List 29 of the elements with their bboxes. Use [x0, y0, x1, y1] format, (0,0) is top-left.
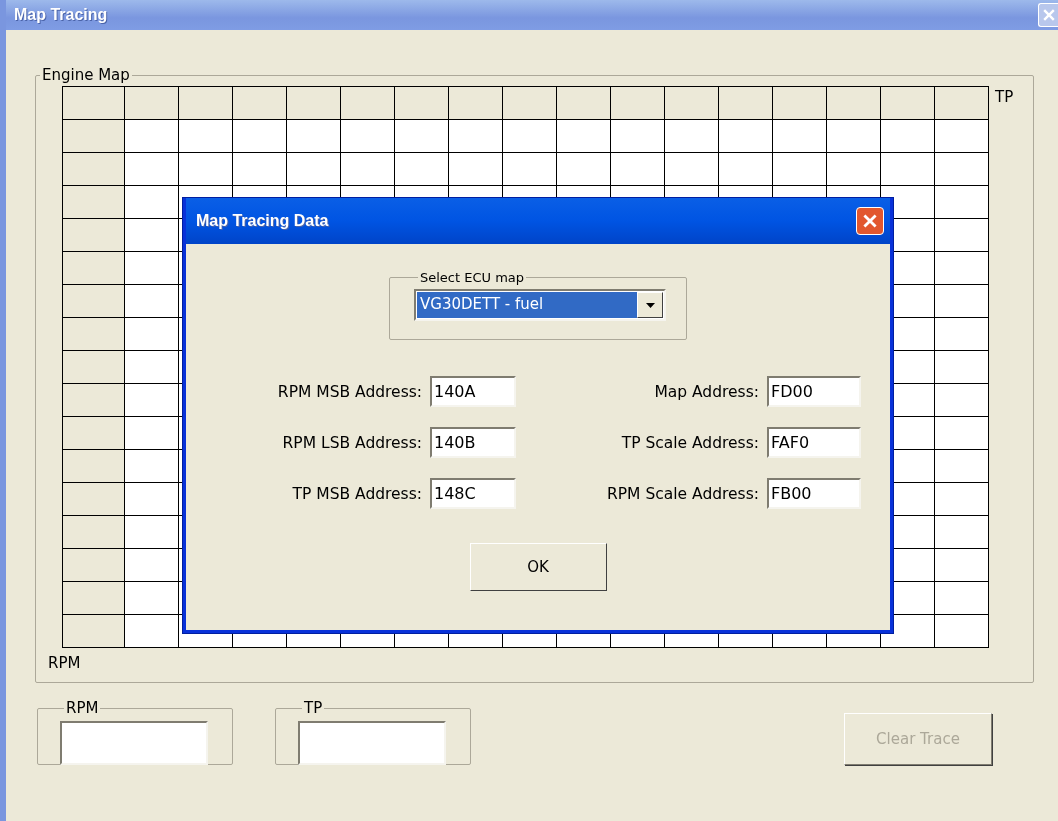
- group-label: Engine Map: [41, 66, 131, 84]
- group-label: RPM: [65, 699, 100, 717]
- field-label: TP Scale Address:: [621, 433, 759, 452]
- field-label: Map Address:: [654, 382, 759, 401]
- address-field[interactable]: FD00: [767, 376, 861, 407]
- readout-field[interactable]: [298, 721, 446, 765]
- dropdown-button[interactable]: [637, 292, 663, 318]
- address-field[interactable]: 140A: [430, 376, 516, 407]
- field-label: RPM LSB Address:: [282, 433, 422, 452]
- address-field[interactable]: FAF0: [767, 427, 861, 458]
- axis-label: TP: [994, 87, 1014, 106]
- ok-button[interactable]: OK: [469, 543, 607, 591]
- axis-label: RPM: [47, 653, 82, 674]
- ecu-map-dropdown[interactable]: VG30DETT - fuel: [414, 289, 666, 321]
- dialog-title: Map Tracing Data: [196, 212, 329, 230]
- field-label: RPM Scale Address:: [607, 484, 759, 503]
- window-title: Map Tracing: [14, 6, 108, 24]
- close-button[interactable]: [856, 207, 884, 235]
- group-label: Select ECU map: [419, 270, 526, 285]
- close-icon: [1042, 9, 1055, 21]
- group-label: TP: [303, 699, 324, 717]
- address-field[interactable]: 140B: [430, 427, 516, 458]
- field-label: TP MSB Address:: [292, 484, 422, 503]
- readout-field[interactable]: [60, 721, 208, 765]
- caret-icon: [645, 302, 655, 308]
- field-label: RPM MSB Address:: [277, 382, 422, 401]
- address-field[interactable]: FB00: [767, 478, 861, 509]
- address-field[interactable]: 148C: [430, 478, 516, 509]
- close-icon: [863, 214, 877, 228]
